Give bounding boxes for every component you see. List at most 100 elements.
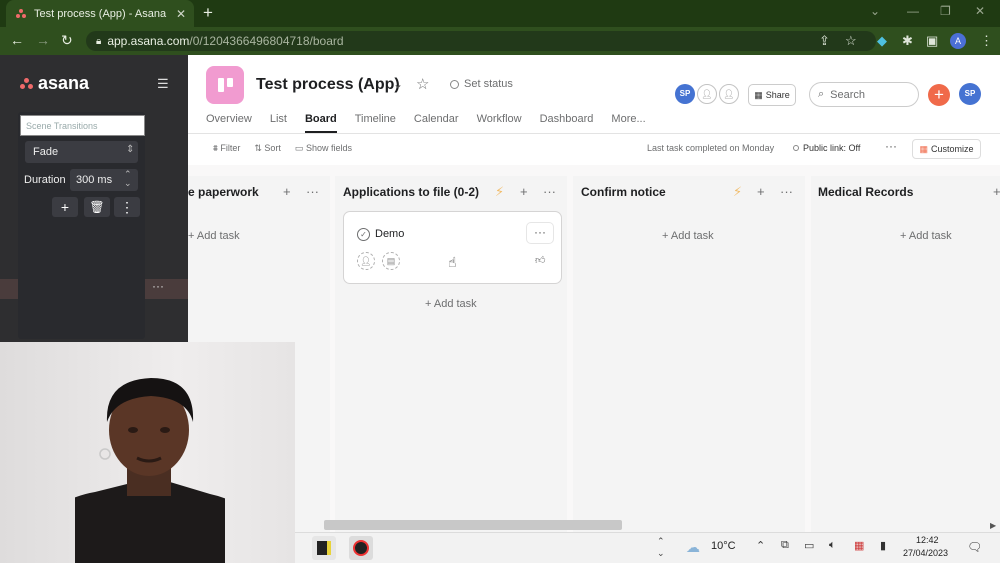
tab-overview[interactable]: Overview: [206, 113, 252, 133]
show-hidden-icons[interactable]: ⌃: [756, 539, 765, 552]
forward-icon[interactable]: →: [36, 32, 50, 48]
minimize-icon[interactable]: —: [907, 4, 919, 18]
notifications-icon[interactable]: 🗨︎: [967, 540, 982, 554]
add-task-button[interactable]: + Add task: [188, 230, 240, 242]
show-fields-button[interactable]: ▭ Show fields: [295, 143, 352, 154]
status-circle-icon: [450, 79, 459, 89]
tab-dashboard[interactable]: Dashboard: [540, 113, 594, 133]
add-icon[interactable]: +: [520, 184, 528, 199]
add-icon[interactable]: +: [757, 184, 765, 199]
horizontal-scrollbar[interactable]: [324, 520, 622, 530]
clock-time[interactable]: 12:42: [916, 535, 939, 545]
collapse-sidebar-icon[interactable]: ☰: [157, 76, 169, 92]
task-name[interactable]: Demo: [375, 228, 404, 240]
profile-avatar[interactable]: A: [950, 33, 966, 49]
sticky-notes-icon[interactable]: [312, 536, 336, 560]
add-task-button[interactable]: + Add task: [900, 230, 952, 242]
sidebar-toggle-icon[interactable]: ▣: [926, 33, 938, 49]
scene-transitions-input[interactable]: Scene Transitions: [20, 115, 145, 136]
search-input[interactable]: ⌕ Search: [809, 82, 919, 107]
restore-icon[interactable]: ❐: [940, 4, 951, 18]
add-task-button[interactable]: + Add task: [662, 230, 714, 242]
new-tab-button[interactable]: +: [203, 3, 213, 23]
tab-list[interactable]: List: [270, 113, 287, 133]
column-title[interactable]: e paperwork: [188, 185, 259, 199]
column-more-icon[interactable]: ···: [306, 184, 319, 199]
close-tab-icon[interactable]: ✕: [176, 7, 186, 21]
due-date-icon[interactable]: ▤: [382, 252, 400, 270]
extensions-puzzle-icon[interactable]: ✱: [902, 33, 913, 49]
column-more-icon[interactable]: ···: [780, 184, 793, 199]
customize-button[interactable]: ▦ Customize: [912, 139, 981, 159]
browser-tab[interactable]: Test process (App) - Asana ✕: [6, 0, 194, 27]
share-button[interactable]: ▦ Share: [748, 84, 796, 106]
tab-search-icon[interactable]: ⌄: [870, 4, 880, 18]
phone-icon[interactable]: ▮: [880, 539, 886, 552]
sort-button[interactable]: ⇅ Sort: [254, 143, 281, 154]
like-icon[interactable]: 👍︎: [535, 254, 545, 266]
filter-button[interactable]: ⩩ Filter: [213, 143, 240, 154]
volume-icon[interactable]: 🔈︎: [829, 539, 836, 552]
column-title[interactable]: Confirm notice: [581, 185, 666, 199]
more-vertical-icon[interactable]: ⋮: [114, 197, 140, 217]
weather-temp[interactable]: 10°C: [711, 540, 736, 552]
board-controls: ⩩ Filter ⇅ Sort ▭ Show fields: [213, 143, 352, 154]
share-page-icon[interactable]: ⇪: [819, 33, 830, 49]
window-close-icon[interactable]: ✕: [975, 4, 985, 18]
tab-more[interactable]: More...: [611, 113, 645, 133]
scroll-right-icon[interactable]: ▶: [990, 521, 996, 530]
tab-timeline[interactable]: Timeline: [355, 113, 396, 133]
tray-app-icon[interactable]: ▦: [854, 539, 864, 552]
reload-icon[interactable]: ↻: [61, 32, 73, 49]
trash-icon[interactable]: 🗑︎: [84, 197, 110, 217]
asana-logo[interactable]: asana: [20, 73, 89, 94]
weather-cloud-icon[interactable]: ☁︎: [686, 539, 700, 556]
battery-icon[interactable]: ▭: [804, 539, 814, 552]
more-options-icon[interactable]: ···: [885, 139, 897, 153]
complete-check-icon[interactable]: ✓: [357, 228, 370, 241]
column-title[interactable]: Medical Records: [818, 185, 913, 199]
tray-arrows-icon[interactable]: ⌃ ⌄: [657, 535, 665, 559]
chrome-menu-icon[interactable]: ⋮: [980, 33, 993, 49]
sidebar-item-more-icon[interactable]: ···: [152, 279, 164, 293]
header-divider: [188, 133, 1000, 134]
obs-app-icon[interactable]: [349, 536, 373, 560]
tray-app-icon[interactable]: ⧉: [781, 539, 789, 552]
project-title[interactable]: Test process (App): [256, 76, 400, 94]
share-grid-icon: ▦: [754, 89, 763, 100]
tab-workflow[interactable]: Workflow: [477, 113, 522, 133]
tab-board[interactable]: Board: [304, 113, 337, 133]
add-icon[interactable]: +: [993, 184, 1000, 199]
member-placeholder-icon[interactable]: 👤︎: [697, 84, 717, 104]
webcam-overlay: [0, 342, 295, 563]
add-task-button[interactable]: + Add task: [425, 298, 477, 310]
create-button[interactable]: +: [928, 84, 950, 106]
assignee-icon[interactable]: 👤︎: [357, 252, 375, 270]
lightning-icon[interactable]: ⚡︎: [495, 184, 504, 200]
member-placeholder-icon[interactable]: 👤︎: [719, 84, 739, 104]
member-avatar[interactable]: SP: [675, 84, 695, 104]
customize-icon: ▦: [919, 143, 928, 154]
spin-arrows-icon[interactable]: ⌃ ⌄: [124, 170, 132, 188]
public-link-button[interactable]: Public link: Off: [793, 143, 860, 153]
logo-text: asana: [38, 73, 90, 93]
task-more-icon[interactable]: ···: [526, 222, 554, 244]
chevron-down-icon[interactable]: ⌄: [393, 77, 403, 91]
back-icon[interactable]: ←: [10, 32, 24, 48]
tab-calendar[interactable]: Calendar: [414, 113, 459, 133]
address-bar[interactable]: 🔒︎ app.asana.com/0/1204366496804718/boar…: [86, 31, 876, 51]
column-more-icon[interactable]: ···: [543, 184, 556, 199]
user-avatar[interactable]: SP: [959, 83, 981, 105]
clock-date[interactable]: 27/04/2023: [903, 548, 948, 558]
set-status-button[interactable]: Set status: [450, 78, 513, 90]
bookmark-star-icon[interactable]: ☆: [845, 33, 857, 49]
column-title[interactable]: Applications to file (0-2): [343, 185, 479, 199]
star-icon[interactable]: ☆: [416, 75, 429, 93]
project-icon[interactable]: [206, 66, 244, 104]
add-transition-icon[interactable]: +: [52, 197, 78, 217]
transition-select[interactable]: Fade: [25, 141, 138, 163]
fields-icon: ▭: [294, 143, 304, 153]
lightning-icon[interactable]: ⚡︎: [733, 184, 742, 200]
extension-icon[interactable]: ◆: [877, 33, 887, 49]
add-icon[interactable]: +: [283, 184, 291, 199]
